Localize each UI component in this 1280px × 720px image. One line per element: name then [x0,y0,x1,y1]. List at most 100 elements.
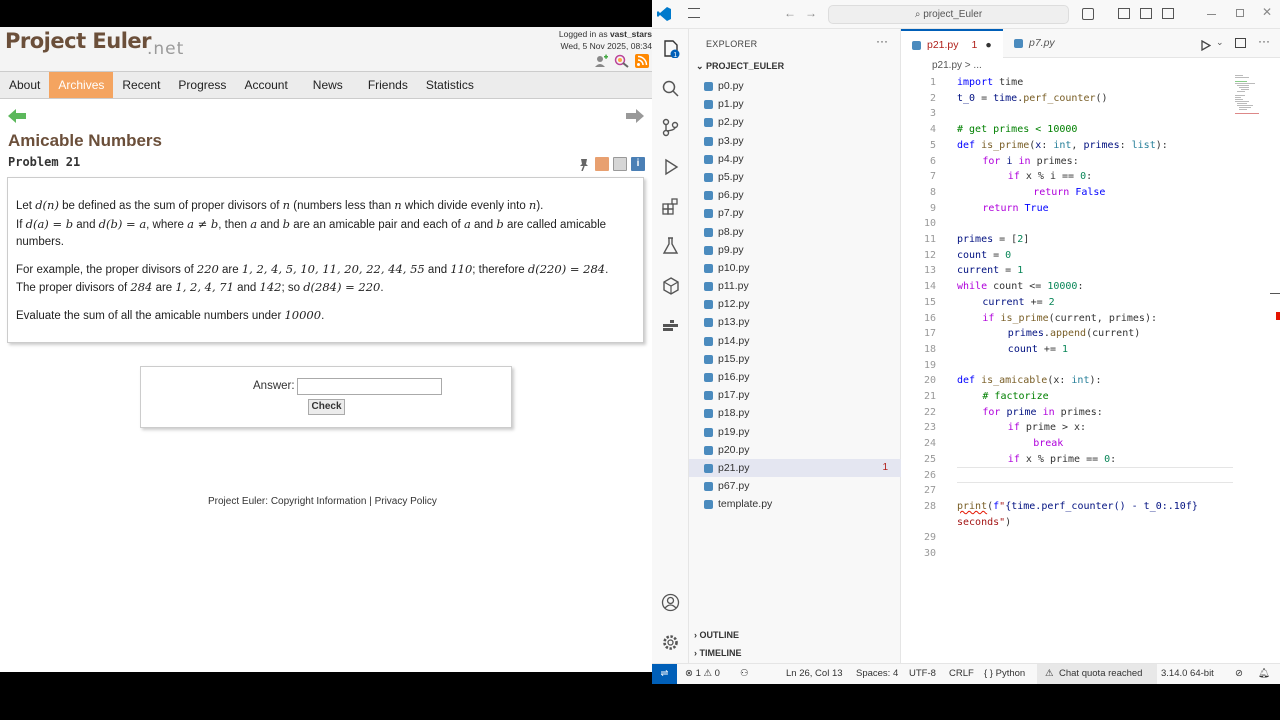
encoding[interactable]: UTF-8 [909,664,936,684]
file-item[interactable]: p16.py [689,368,901,386]
layout-panel-icon[interactable] [1140,8,1152,19]
language-mode[interactable]: { } Python [984,664,1025,684]
layout-sidebar-icon[interactable] [1118,8,1130,19]
layout-secondary-icon[interactable] [1162,8,1174,19]
file-item[interactable]: p3.py [689,132,901,150]
search-icon[interactable] [661,79,680,98]
file-name: p17.py [718,389,750,402]
python-version[interactable]: 3.14.0 64-bit [1161,664,1214,684]
answer-input[interactable] [297,378,442,395]
snapshot-icon[interactable] [595,157,609,171]
nav-recent[interactable]: Recent [113,72,169,98]
settings-gear-icon[interactable] [661,633,680,652]
line-ending[interactable]: CRLF [949,664,974,684]
search-icon[interactable] [614,54,629,68]
file-item[interactable]: p15.py [689,350,901,368]
command-search[interactable]: ⌕ project_Euler [828,5,1069,24]
file-item[interactable]: p9.py [689,241,901,259]
account-icon[interactable] [661,593,680,612]
tab-p21[interactable]: p21.py 1 ● [901,29,1003,58]
remote-explorer-icon[interactable] [661,276,680,295]
nav-account[interactable]: Account [235,72,296,98]
nav-progress[interactable]: Progress [169,72,235,98]
testing-icon[interactable] [661,236,680,255]
file-item[interactable]: p21.py 1 [689,458,901,478]
copilot-icon[interactable] [1082,8,1094,20]
pin-icon[interactable] [577,157,591,172]
python-file-icon [704,427,713,437]
docker-icon[interactable] [661,316,680,335]
project-folder[interactable]: ⌄ PROJECT_EULER [696,61,784,72]
file-item[interactable]: p19.py [689,423,901,441]
file-item[interactable]: p20.py [689,441,901,459]
file-item[interactable]: p4.py [689,150,901,168]
nav-news[interactable]: News [297,72,359,98]
split-editor-icon[interactable] [1235,38,1246,48]
python-file-icon [704,82,713,91]
file-item[interactable]: p14.py [689,332,901,350]
back-arrow-icon[interactable]: ← [784,6,796,20]
unsaved-dot-icon[interactable]: ● [985,39,991,51]
cursor-position[interactable]: Ln 26, Col 13 [786,664,843,684]
login-user[interactable]: vast_stars [610,29,652,39]
file-item[interactable]: p11.py [689,277,901,295]
nav-about[interactable]: About [0,72,49,98]
nav-friends[interactable]: Friends [359,72,417,98]
download-icon[interactable] [613,157,627,171]
file-item[interactable]: template.py [689,495,901,513]
file-item[interactable]: p10.py [689,259,901,277]
file-item[interactable]: p13.py [689,313,901,331]
minimize-icon[interactable] [1207,14,1216,15]
file-item[interactable]: p17.py [689,386,901,404]
file-item[interactable]: p1.py [689,95,901,113]
minimap[interactable] [1235,75,1265,115]
nav-statistics[interactable]: Statistics [417,72,483,98]
python-file-icon [704,463,713,473]
file-item[interactable]: p6.py [689,186,901,204]
menu-icon[interactable] [688,8,700,18]
check-button[interactable]: Check [308,399,345,415]
rss-icon[interactable] [635,54,650,68]
pe-logo[interactable]: Project Euler [5,29,152,53]
copilot-disabled-icon[interactable]: ⊘ [1235,664,1243,684]
line-number: 4 [929,124,936,135]
file-item[interactable]: p5.py [689,168,901,186]
file-item[interactable]: p2.py [689,113,901,131]
privacy-link[interactable]: Privacy Policy [375,496,437,507]
chat-quota-status[interactable]: ⚠ Chat quota reached [1037,664,1157,684]
sync-icon[interactable]: ⚇ [740,664,749,684]
more-actions-icon[interactable]: ··· [1258,34,1270,48]
add-friend-icon[interactable] [593,54,608,68]
problems-count[interactable]: ⊗ 1 ⚠ 0 [685,664,720,684]
explorer-icon[interactable]: 1 [661,39,680,59]
file-item[interactable]: p8.py [689,223,901,241]
notifications-bell-icon[interactable]: 🔔︎ [1258,664,1270,684]
file-item[interactable]: p0.py [689,77,901,95]
editor-tabs: p21.py 1 ● p7.py ⌄ ··· [901,29,1280,58]
more-actions-icon[interactable]: ··· [876,34,888,48]
run-icon[interactable] [1201,38,1212,56]
forward-arrow-icon[interactable]: → [805,6,817,20]
tab-p7[interactable]: p7.py [1003,29,1093,58]
close-icon[interactable]: ✕ [1262,5,1272,19]
file-item[interactable]: p7.py [689,204,901,222]
info-icon[interactable]: i [631,157,645,171]
maximize-icon[interactable] [1236,9,1244,17]
file-item[interactable]: p67.py [689,477,901,495]
remote-indicator-icon[interactable]: ⇌ [652,664,677,684]
breadcrumb[interactable]: p21.py > ... [932,60,982,71]
extensions-icon[interactable] [661,197,680,216]
nav-archives[interactable]: Archives [49,72,114,98]
file-item[interactable]: p18.py [689,404,901,422]
copyright-link[interactable]: Copyright Information [271,496,367,507]
outline-section[interactable]: › OUTLINE [694,630,739,640]
timeline-section[interactable]: › TIMELINE [694,648,742,658]
next-problem-arrow-icon[interactable] [626,109,644,123]
indentation[interactable]: Spaces: 4 [856,664,898,684]
run-debug-icon[interactable] [661,157,680,176]
chevron-down-icon[interactable]: ⌄ [1216,37,1224,48]
problem-tools: i [577,157,645,172]
previous-problem-arrow-icon[interactable] [8,109,26,123]
source-control-icon[interactable] [661,118,680,137]
file-item[interactable]: p12.py [689,295,901,313]
